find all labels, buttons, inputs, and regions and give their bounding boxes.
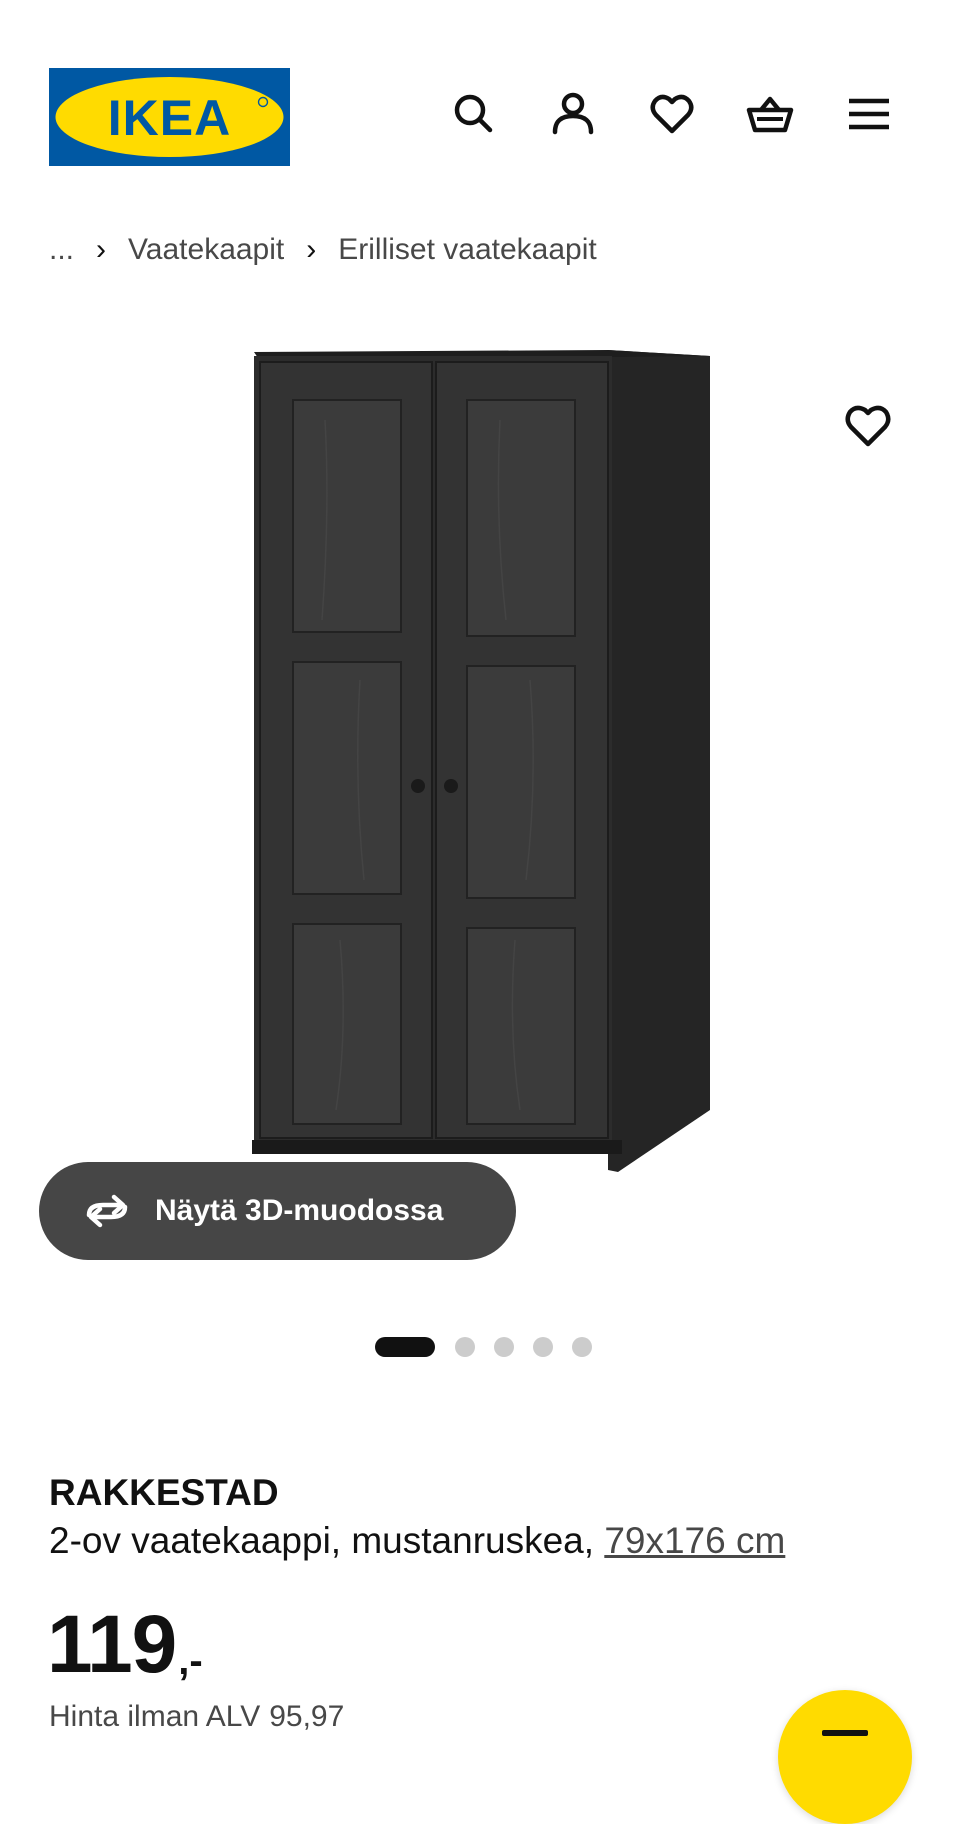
breadcrumb-ellipsis[interactable]: ... [49,233,74,267]
wardrobe-image [252,350,710,1172]
gallery-dot-3[interactable] [494,1337,514,1357]
product-image[interactable] [230,350,730,1290]
basket-icon[interactable] [744,88,796,140]
ikea-logo-icon: IKEA [49,68,290,166]
gallery-dot-5[interactable] [572,1337,592,1357]
gallery-dot-1[interactable] [375,1337,435,1357]
price-excl-vat: Hinta ilman ALV 95,97 [49,1700,344,1734]
menu-bar-icon [822,1730,868,1736]
chevron-right-icon: › [96,233,107,266]
gallery-dot-4[interactable] [533,1337,553,1357]
product-name: RAKKESTAD [49,1472,279,1513]
floating-menu-button[interactable] [778,1690,912,1824]
search-icon[interactable] [448,88,500,140]
rotate-3d-icon [86,1194,128,1228]
ikea-logo-text: IKEA [108,90,231,146]
price-main: 119 [47,1599,177,1690]
gallery-pagination [375,1337,611,1357]
gallery-dot-2[interactable] [455,1337,475,1357]
price-suffix: ,- [178,1639,203,1683]
vat-label: Hinta ilman ALV [49,1700,261,1733]
menu-icon[interactable] [843,88,895,140]
product-size-link[interactable]: 79x176 cm [604,1520,785,1561]
view-3d-button[interactable]: Näytä 3D-muodossa [39,1162,516,1260]
product-gallery[interactable]: Näytä 3D-muodossa [0,300,960,1300]
product-description-text: 2-ov vaatekaappi, mustanruskea, [49,1520,595,1561]
heart-icon [845,405,891,447]
header: IKEA [0,0,960,200]
heart-icon[interactable] [646,88,698,140]
chevron-right-icon: › [306,233,317,266]
breadcrumb-item-erilliset-vaatekaapit[interactable]: Erilliset vaatekaapit [338,233,596,267]
ikea-logo[interactable]: IKEA [49,68,290,166]
vat-value: 95,97 [269,1700,345,1733]
user-icon[interactable] [547,88,599,140]
breadcrumb: ... › Vaatekaapit › Erilliset vaatekaapi… [49,226,597,274]
view-3d-label: Näytä 3D-muodossa [155,1194,444,1227]
add-to-favorites-button[interactable] [840,398,896,454]
product-price: 119 ,- [47,1604,203,1686]
product-description: 2-ov vaatekaappi, mustanruskea, 79x176 c… [49,1520,785,1562]
breadcrumb-item-vaatekaapit[interactable]: Vaatekaapit [128,233,284,267]
